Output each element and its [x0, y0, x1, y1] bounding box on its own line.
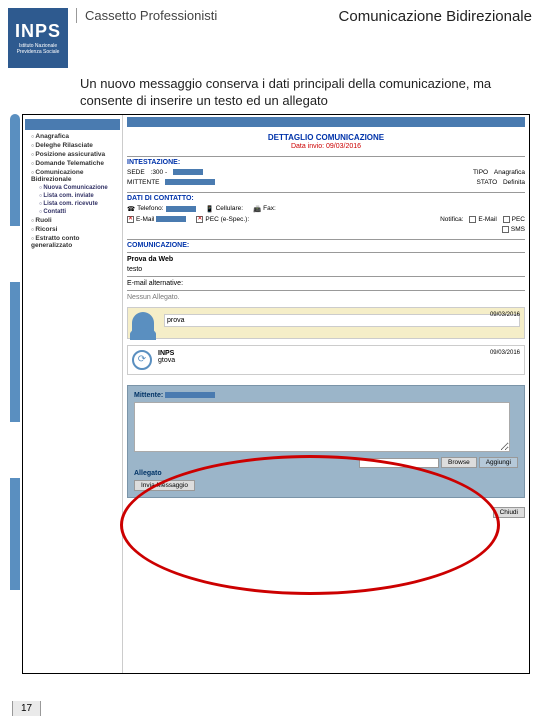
sidebar-item-deleghe[interactable]: Deleghe Rilasciate [25, 141, 120, 150]
sidebar-sub-inviate[interactable]: Lista com. inviate [25, 192, 120, 200]
redacted [166, 206, 196, 212]
msg2-date: 09/03/2016 [490, 350, 520, 356]
email-checkbox[interactable] [127, 216, 134, 223]
compose-panel: Mittente: Browse Aggiungi Allegato Invia… [127, 385, 525, 498]
sidebar-highlight [25, 119, 120, 130]
redacted [173, 169, 203, 175]
sidebar: Anagrafica Deleghe Rilasciate Posizione … [23, 115, 123, 673]
redacted [165, 179, 215, 185]
close-button[interactable]: Chiudi [493, 507, 525, 518]
sidebar-sub-nuova[interactable]: Nuova Comunicazione [25, 184, 120, 192]
tipo-value: Anagrafica [494, 169, 525, 176]
notifica-label: Notifica: [440, 216, 463, 223]
compose-textarea[interactable] [134, 402, 510, 452]
compose-mittente-label: Mittente: [134, 392, 163, 399]
sidebar-item-posizione[interactable]: Posizione assicurativa [25, 150, 120, 159]
mobile-icon: 📱 [206, 205, 214, 213]
pec-checkbox[interactable] [196, 216, 203, 223]
no-attachment: Nessun Allegato. [127, 294, 525, 301]
sidebar-item-comunicazione[interactable]: Comunicazione Bidirezionale [25, 168, 120, 184]
mittente-label: MITTENTE [127, 179, 160, 186]
sede-value: :300 - [151, 169, 168, 176]
redacted [165, 392, 215, 398]
pec-label: PEC (e-Spec.): [205, 216, 249, 223]
section-intestazione: INTESTAZIONE: [127, 156, 525, 166]
slide-description: Un nuovo messaggio conserva i dati princ… [0, 72, 540, 114]
stato-label: STATO [477, 179, 498, 186]
message-1: 09/03/2016 prova [127, 307, 525, 339]
fax-label: Fax: [263, 205, 276, 212]
rail-decor [10, 114, 20, 674]
sidebar-item-estratto[interactable]: Estratto conto generalizzato [25, 234, 120, 250]
page-number: 17 [12, 701, 41, 716]
detail-date: Data invio: 09/03/2016 [127, 143, 525, 150]
add-button[interactable]: Aggiungi [479, 457, 518, 468]
section-comunicazione: COMUNICAZIONE: [127, 239, 525, 249]
msg1-text: prova [164, 314, 520, 327]
not-email-cb[interactable] [469, 216, 476, 223]
browse-button[interactable]: Browse [441, 457, 477, 468]
email-label: E-Mail [136, 216, 154, 223]
prova-web: Prova da Web [127, 256, 525, 263]
allegato-label: Allegato [134, 470, 518, 477]
cellulare-label: Cellulare: [216, 205, 243, 212]
msg1-date: 09/03/2016 [490, 312, 520, 318]
sidebar-item-ruoli[interactable]: Ruoli [25, 216, 120, 225]
sidebar-item-anagrafica[interactable]: Anagrafica [25, 132, 120, 141]
header-left-title: Cassetto Professionisti [85, 8, 339, 23]
avatar-icon [132, 312, 154, 334]
sidebar-item-ricorsi[interactable]: Ricorsi [25, 225, 120, 234]
refresh-icon: ⟳ [132, 350, 152, 370]
not-sms-cb[interactable] [502, 226, 509, 233]
section-contatto: DATI DI CONTATTO: [127, 192, 525, 202]
fax-icon: 📠 [253, 205, 261, 213]
inps-logo: INPS Istituto Nazionale Previdenza Socia… [8, 8, 68, 68]
redacted [156, 216, 186, 222]
not-pec-cb[interactable] [503, 216, 510, 223]
content-top-band [127, 117, 525, 127]
message-2: ⟳ 09/03/2016 INPS gtova [127, 345, 525, 375]
header-right-title: Comunicazione Bidirezionale [339, 8, 532, 25]
stato-value: Definita [503, 179, 525, 186]
sidebar-sub-ricevute[interactable]: Lista com. ricevute [25, 200, 120, 208]
detail-title: DETTAGLIO COMUNICAZIONE [127, 133, 525, 142]
tipo-label: TIPO [473, 169, 488, 176]
file-input[interactable] [359, 458, 439, 468]
email-alt-label: E-mail alternative: [127, 280, 525, 287]
msg2-text: gtova [158, 357, 520, 364]
telefono-label: Telefono: [137, 205, 163, 212]
testo-value: testo [127, 266, 525, 273]
sidebar-sub-contatti[interactable]: Contatti [25, 208, 120, 216]
send-button[interactable]: Invia Messaggio [134, 480, 195, 491]
phone-icon: ☎ [127, 205, 135, 213]
sidebar-item-domande[interactable]: Domande Telematiche [25, 159, 120, 168]
msg2-sender: INPS [158, 350, 520, 357]
sede-label: SEDE [127, 169, 145, 176]
